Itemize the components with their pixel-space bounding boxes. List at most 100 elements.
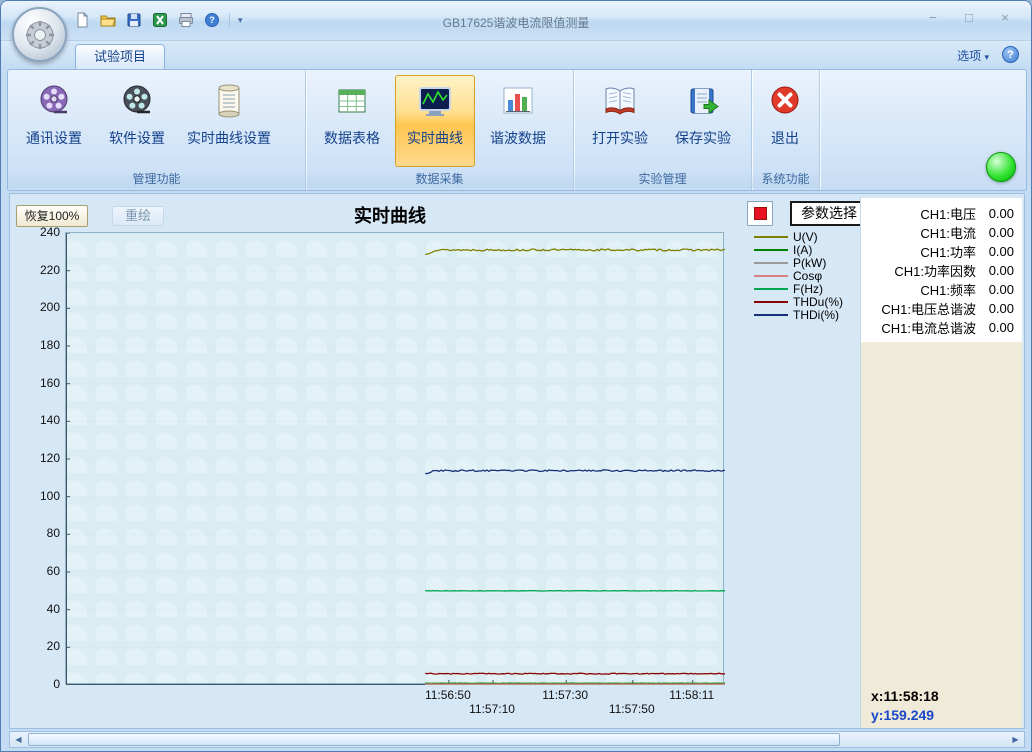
ribbon-filler bbox=[820, 70, 1026, 190]
readout-label: CH1:电压总谐波 bbox=[881, 299, 976, 318]
curve-settings-button[interactable]: 实时曲线设置 bbox=[180, 75, 278, 167]
y-axis-label: 200 bbox=[26, 300, 60, 314]
y-axis-label: 240 bbox=[26, 225, 60, 239]
curve-svg bbox=[66, 233, 725, 685]
application-window: ? ▾ GB17625谐波电流限值测量 − □ × 试验项目 选项 ▾ ? bbox=[0, 0, 1032, 752]
table-icon bbox=[332, 81, 372, 121]
bar-chart-icon bbox=[498, 81, 538, 121]
options-menu[interactable]: 选项 ▾ bbox=[957, 47, 989, 64]
waveform-screen-icon bbox=[415, 81, 455, 121]
legend-item: THDi(%) bbox=[754, 308, 872, 321]
maximize-button[interactable]: □ bbox=[957, 9, 981, 27]
readout-value: 0.00 bbox=[976, 206, 1018, 221]
readout-label: CH1:频率 bbox=[920, 280, 976, 299]
curve-settings-label: 实时曲线设置 bbox=[187, 128, 271, 148]
legend-label: F(Hz) bbox=[793, 282, 823, 296]
data-table-button[interactable]: 数据表格 bbox=[312, 75, 392, 167]
readout-row: CH1:电压总谐波0.00 bbox=[865, 299, 1018, 318]
readout-label: CH1:电流总谐波 bbox=[881, 318, 976, 337]
scroll-left-icon[interactable]: ◀ bbox=[10, 732, 27, 747]
legend-item: Cosφ bbox=[754, 269, 872, 282]
readout-label: CH1:功率因数 bbox=[894, 261, 976, 280]
exit-icon bbox=[765, 81, 805, 121]
param-select-button[interactable]: 参数选择 bbox=[790, 201, 868, 226]
readout-row: CH1:电流总谐波0.00 bbox=[865, 318, 1018, 337]
legend-swatch bbox=[754, 314, 788, 316]
ribbon-tab-row: 试验项目 选项 ▾ ? bbox=[1, 41, 1031, 69]
application-menu-button[interactable] bbox=[12, 7, 67, 62]
status-indicator-green bbox=[986, 152, 1016, 182]
ribbon-group-management: 通讯设置 软件设置 bbox=[8, 70, 306, 190]
stop-icon bbox=[754, 207, 767, 220]
readout-value: 0.00 bbox=[976, 320, 1018, 335]
ribbon-group-experiment: 打开实验 保存实验 实验管理 bbox=[574, 70, 752, 190]
legend-swatch bbox=[754, 236, 788, 238]
x-axis-label: 11:56:50 bbox=[413, 688, 483, 702]
tab-test-project[interactable]: 试验项目 bbox=[75, 44, 165, 69]
y-axis-label: 20 bbox=[26, 639, 60, 653]
legend-label: THDi(%) bbox=[793, 308, 839, 322]
legend-swatch bbox=[754, 301, 788, 303]
comm-settings-button[interactable]: 通讯设置 bbox=[14, 75, 94, 167]
restore-zoom-button[interactable]: 恢复100% bbox=[16, 205, 88, 227]
x-axis-label: 11:58:11 bbox=[657, 688, 727, 702]
ribbon-group-system: 退出 系统功能 bbox=[752, 70, 820, 190]
realtime-curve-label: 实时曲线 bbox=[407, 128, 463, 148]
readout-row: CH1:电压0.00 bbox=[865, 204, 1018, 223]
readout-value: 0.00 bbox=[976, 225, 1018, 240]
plot-area[interactable] bbox=[65, 232, 724, 684]
close-button[interactable]: × bbox=[993, 9, 1017, 27]
y-axis-label: 220 bbox=[26, 263, 60, 277]
scroll-thumb[interactable] bbox=[28, 733, 840, 746]
horizontal-scrollbar[interactable]: ◀ ▶ bbox=[9, 731, 1025, 748]
options-label: 选项 bbox=[957, 49, 981, 63]
exit-button[interactable]: 退出 bbox=[758, 75, 812, 167]
comm-settings-icon bbox=[34, 81, 74, 121]
y-axis-label: 60 bbox=[26, 564, 60, 578]
save-book-icon bbox=[683, 81, 723, 121]
software-settings-button[interactable]: 软件设置 bbox=[97, 75, 177, 167]
title-bar: ? ▾ GB17625谐波电流限值测量 − □ × bbox=[1, 1, 1031, 41]
readout-label: CH1:功率 bbox=[920, 242, 976, 261]
readout-value: 0.00 bbox=[976, 244, 1018, 259]
legend-label: P(kW) bbox=[793, 256, 826, 270]
software-settings-icon bbox=[117, 81, 157, 121]
comm-settings-label: 通讯设置 bbox=[26, 128, 82, 148]
cursor-y-readout: y:159.249 bbox=[871, 707, 934, 723]
legend-item: P(kW) bbox=[754, 256, 872, 269]
legend-swatch bbox=[754, 288, 788, 290]
minimize-button[interactable]: − bbox=[921, 9, 945, 27]
readout-label: CH1:电压 bbox=[920, 204, 976, 223]
legend-item: THDu(%) bbox=[754, 295, 872, 308]
stop-button[interactable] bbox=[747, 201, 773, 226]
legend-swatch bbox=[754, 262, 788, 264]
legend-item: F(Hz) bbox=[754, 282, 872, 295]
y-axis-label: 80 bbox=[26, 526, 60, 540]
legend-swatch bbox=[754, 249, 788, 251]
exit-label: 退出 bbox=[771, 128, 799, 148]
ribbon: 通讯设置 软件设置 bbox=[7, 69, 1027, 191]
harmonic-data-button[interactable]: 谐波数据 bbox=[478, 75, 558, 167]
scroll-right-icon[interactable]: ▶ bbox=[1007, 732, 1024, 747]
redraw-button[interactable]: 重绘 bbox=[112, 206, 164, 226]
y-axis-label: 120 bbox=[26, 451, 60, 465]
legend-swatch bbox=[754, 275, 788, 277]
legend-label: Cosφ bbox=[793, 269, 822, 283]
x-axis-label: 11:57:10 bbox=[457, 702, 527, 716]
open-experiment-button[interactable]: 打开实验 bbox=[580, 75, 660, 167]
realtime-curve-button[interactable]: 实时曲线 bbox=[395, 75, 475, 167]
readout-row: CH1:频率0.00 bbox=[865, 280, 1018, 299]
readout-row: CH1:电流0.00 bbox=[865, 223, 1018, 242]
legend-label: U(V) bbox=[793, 230, 818, 244]
readout-value: 0.00 bbox=[976, 263, 1018, 278]
help-icon[interactable]: ? bbox=[1002, 46, 1019, 63]
chart-title: 实时曲线 bbox=[270, 202, 510, 228]
y-axis-label: 160 bbox=[26, 376, 60, 390]
legend-item: I(A) bbox=[754, 243, 872, 256]
cursor-x-readout: x:11:58:18 bbox=[871, 688, 939, 704]
save-experiment-button[interactable]: 保存实验 bbox=[663, 75, 743, 167]
y-axis-label: 0 bbox=[26, 677, 60, 691]
legend-label: I(A) bbox=[793, 243, 812, 257]
group-label-acquisition: 数据采集 bbox=[306, 171, 573, 188]
legend-label: THDu(%) bbox=[793, 295, 843, 309]
